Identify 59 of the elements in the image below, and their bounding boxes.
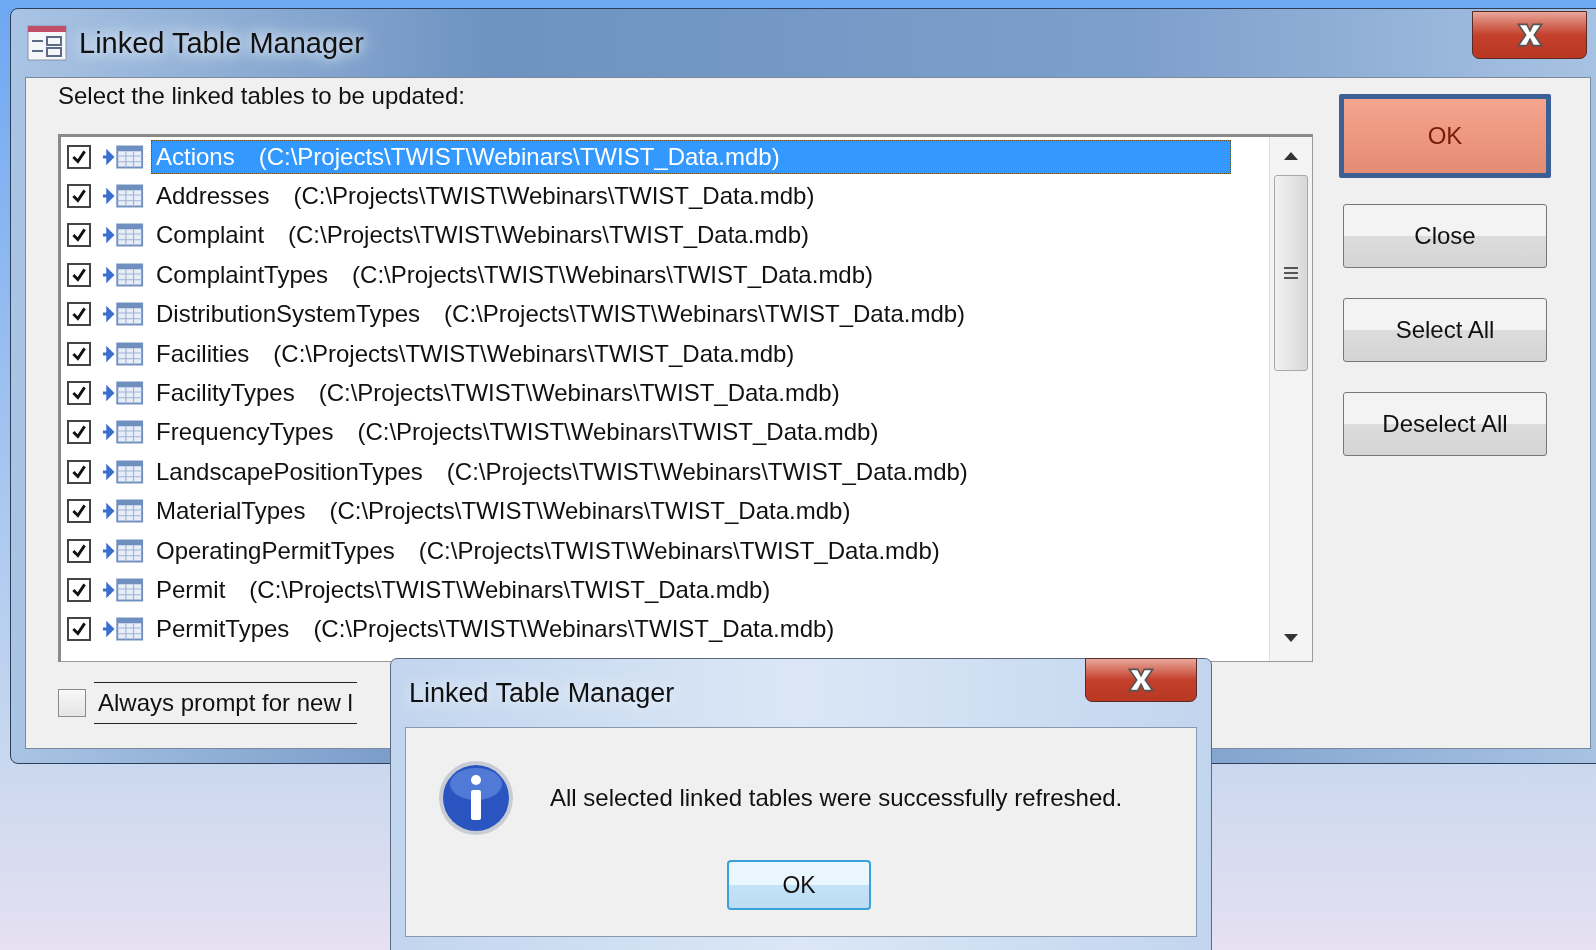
checkbox[interactable] xyxy=(67,381,91,406)
table-list-item[interactable]: OperatingPermitTypes (C:\Projects\TWIST\Webinars\TWIST_Data.mdb) xyxy=(151,533,945,568)
checkbox[interactable] xyxy=(67,420,91,445)
checkbox[interactable] xyxy=(67,184,91,209)
checkbox[interactable] xyxy=(67,459,91,484)
checkbox[interactable] xyxy=(58,689,86,717)
instruction-text: Select the linked tables to be updated: xyxy=(58,82,466,111)
close-icon xyxy=(1125,667,1157,693)
close-button[interactable] xyxy=(1472,11,1587,59)
table-list-item[interactable]: LandscapePositionTypes (C:\Projects\TWIST\Webinars\TWIST_Data.mdb) xyxy=(151,454,973,489)
scroll-thumb[interactable] xyxy=(1274,175,1308,371)
linked-table-icon xyxy=(101,616,145,643)
checkbox[interactable] xyxy=(67,341,91,366)
table-list-item[interactable]: Permit (C:\Projects\TWIST\Webinars\TWIST_Data.mdb) xyxy=(151,573,776,607)
close-button[interactable] xyxy=(1085,658,1197,702)
checkbox[interactable] xyxy=(67,578,91,602)
table-list-item[interactable]: Complaint (C:\Projects\TWIST\Webinars\TWIST_Data.mdb) xyxy=(151,218,815,253)
linked-table-icon xyxy=(101,183,145,210)
scroll-down-icon[interactable] xyxy=(1283,633,1299,643)
table-list-item[interactable]: Facilities (C:\Projects\TWIST\Webinars\TWIST_Data.mdb) xyxy=(151,336,800,371)
linked-table-icon xyxy=(101,577,145,603)
linked-table-icon xyxy=(101,498,145,525)
table-list-item[interactable]: FrequencyTypes (C:\Projects\TWIST\Webinars\TWIST_Data.mdb) xyxy=(151,415,884,450)
linked-table-icon xyxy=(101,419,145,446)
linked-table-icon xyxy=(101,301,145,328)
info-icon xyxy=(436,758,516,838)
linked-table-icon xyxy=(101,222,145,249)
linked-table-icon xyxy=(101,143,145,170)
checkbox-label[interactable]: Always prompt for new l xyxy=(94,682,357,724)
checkbox[interactable] xyxy=(67,144,91,169)
form-icon xyxy=(27,25,67,61)
table-list-item[interactable]: Addresses (C:\Projects\TWIST\Webinars\TWIST_Data.mdb) xyxy=(151,179,820,214)
ok-button[interactable]: OK xyxy=(727,860,871,910)
checkbox[interactable] xyxy=(67,302,91,327)
dialog-button[interactable]: Close xyxy=(1343,204,1547,268)
linked-table-icon xyxy=(101,340,145,367)
window-title: Linked Table Manager xyxy=(79,26,364,60)
dialog-button[interactable]: Select All xyxy=(1343,298,1547,362)
checkbox[interactable] xyxy=(67,499,91,524)
table-list-item[interactable]: PermitTypes (C:\Projects\TWIST\Webinars\TWIST_Data.mdb) xyxy=(151,612,840,647)
checkbox[interactable] xyxy=(67,223,91,248)
vertical-scrollbar[interactable] xyxy=(1269,137,1312,661)
table-list-item[interactable]: FacilityTypes (C:\Projects\TWIST\Webinars\TWIST_Data.mdb) xyxy=(151,376,845,411)
dialog-button[interactable]: Deselect All xyxy=(1343,392,1547,456)
table-list-item[interactable]: ComplaintTypes (C:\Projects\TWIST\Webinars\TWIST_Data.mdb) xyxy=(151,257,879,292)
dialog-button[interactable]: OK xyxy=(1339,94,1551,178)
message-box-title: Linked Table Manager xyxy=(409,677,675,709)
scroll-up-icon[interactable] xyxy=(1283,151,1299,161)
table-list-item[interactable]: DistributionSystemTypes (C:\Projects\TWIST\Webinars\TWIST_Data.mdb) xyxy=(151,297,971,332)
checkbox[interactable] xyxy=(67,262,91,287)
checkbox[interactable] xyxy=(67,538,91,563)
table-list-item[interactable]: MaterialTypes (C:\Projects\TWIST\Webinars\TWIST_Data.mdb) xyxy=(151,494,856,529)
linked-table-icon xyxy=(101,458,145,485)
linked-table-icon xyxy=(101,537,145,564)
linked-table-icon xyxy=(101,261,145,288)
message-text: All selected linked tables were successfully refreshed. xyxy=(550,784,1123,812)
linked-table-icon xyxy=(101,380,145,407)
checkmark-icon xyxy=(70,581,88,599)
checkbox[interactable] xyxy=(67,617,91,642)
